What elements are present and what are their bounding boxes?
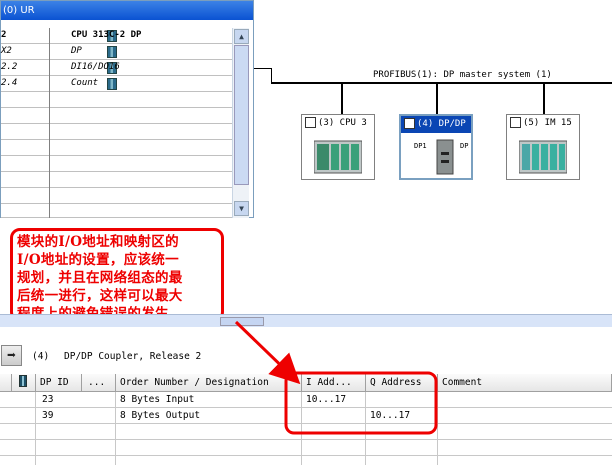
rack-row-empty[interactable] xyxy=(1,124,232,140)
rack-row-empty[interactable] xyxy=(1,188,232,204)
q-address-cell[interactable]: 10...17 xyxy=(366,408,438,424)
station-icon xyxy=(510,117,521,128)
svg-text:DP2: DP2 xyxy=(460,142,469,150)
col-header-more[interactable]: ... xyxy=(82,374,116,392)
rack-row[interactable]: X2 DP xyxy=(1,44,232,60)
table-row-empty[interactable] xyxy=(0,440,612,456)
col-header-icon[interactable] xyxy=(12,374,36,392)
station-label: (4) DP/DP xyxy=(417,119,466,129)
module-name: DP xyxy=(71,46,82,56)
table-row[interactable]: 23 8 Bytes Input 10...17 xyxy=(0,392,612,408)
col-header-slot[interactable] xyxy=(0,374,12,392)
station-drop-line xyxy=(341,84,343,114)
scroll-up-icon[interactable]: ▲ xyxy=(234,29,249,44)
station-label: (5) IM 15 xyxy=(523,118,572,128)
module-name: Count xyxy=(71,78,99,88)
module-icon xyxy=(107,78,117,90)
module-icon xyxy=(19,375,27,387)
bus-connector xyxy=(271,68,272,82)
order-cell: 8 Bytes Output xyxy=(116,408,302,424)
station-drop-line xyxy=(543,84,545,114)
station-icon xyxy=(305,117,316,128)
slot-number: X2 xyxy=(1,44,50,60)
rack-row-empty[interactable] xyxy=(1,92,232,108)
cpu-rack-image xyxy=(314,140,362,174)
rack-title: (0) UR xyxy=(1,1,253,20)
q-address-cell[interactable] xyxy=(366,392,438,408)
rack-table: 2 CPU 313C-2 DP X2 DP 2.2 DI16/DO16 2.4 … xyxy=(1,28,232,218)
annotation-line: 规划，并且在网络组态的最 xyxy=(17,270,183,286)
slot-number: 2.4 xyxy=(1,76,50,92)
station-im153[interactable]: (5) IM 15 xyxy=(506,114,580,180)
order-cell: 8 Bytes Input xyxy=(116,392,302,408)
svg-text:DP1: DP1 xyxy=(414,142,427,150)
rack-row-empty[interactable] xyxy=(1,108,232,124)
col-header-order-number[interactable]: Order Number / Designation xyxy=(116,374,302,392)
station-icon xyxy=(404,118,415,129)
module-name: CPU 313C-2 DP xyxy=(71,30,142,40)
slot-number: 2 xyxy=(1,28,50,44)
module-name: DI16/DO16 xyxy=(71,62,120,72)
col-header-i-address[interactable]: I Add... xyxy=(302,374,366,392)
splitter-thumb[interactable] xyxy=(220,317,264,326)
profibus-line[interactable] xyxy=(271,82,612,84)
table-row-empty[interactable] xyxy=(0,456,612,465)
module-icon xyxy=(107,46,117,58)
scroll-thumb[interactable] xyxy=(234,45,249,185)
rack-row-empty[interactable] xyxy=(1,156,232,172)
rack-row-empty[interactable] xyxy=(1,172,232,188)
station-label: (3) CPU 3 xyxy=(318,118,367,128)
rack-row-empty[interactable] xyxy=(1,140,232,156)
hardware-rack-window: (0) UR 2 CPU 313C-2 DP X2 DP 2.2 DI16/DO… xyxy=(0,0,254,218)
i-address-cell[interactable] xyxy=(302,408,366,424)
dp-id-cell: 23 xyxy=(36,392,116,408)
slot-number: 2.2 xyxy=(1,60,50,76)
table-row[interactable]: 39 8 Bytes Output 10...17 xyxy=(0,408,612,424)
detail-station-number: (4) xyxy=(32,351,50,362)
comment-cell[interactable] xyxy=(438,408,612,424)
annotation-line: I/O地址的设置，应该统一 xyxy=(17,252,179,268)
dp-coupler-image: DP1 DP2 xyxy=(414,139,469,175)
im153-rack-image xyxy=(519,140,567,174)
bus-connector xyxy=(254,68,272,69)
station-cpu[interactable]: (3) CPU 3 xyxy=(301,114,375,180)
comment-cell[interactable] xyxy=(438,392,612,408)
station-dp-coupler[interactable]: (4) DP/DP DP1 DP2 xyxy=(399,114,473,180)
col-header-comment[interactable]: Comment xyxy=(438,374,612,392)
forward-arrow-button[interactable]: ➡ xyxy=(1,345,22,366)
annotation-line: 后统一进行，这样可以最大 xyxy=(17,288,183,304)
rack-row[interactable]: 2 CPU 313C-2 DP xyxy=(1,28,232,44)
annotation-callout: 模块的I/O地址和映射区的 I/O地址的设置，应该统一 规划，并且在网络组态的最… xyxy=(10,228,224,322)
rack-row-empty[interactable] xyxy=(1,204,232,218)
detail-station-name: DP/DP Coupler, Release 2 xyxy=(64,351,202,362)
col-header-dp-id[interactable]: DP ID xyxy=(36,374,82,392)
rack-row[interactable]: 2.4 Count xyxy=(1,76,232,92)
rack-row[interactable]: 2.2 DI16/DO16 xyxy=(1,60,232,76)
station-drop-line xyxy=(436,84,438,114)
scroll-down-icon[interactable]: ▼ xyxy=(234,201,249,216)
col-header-q-address[interactable]: Q Address xyxy=(366,374,438,392)
pane-splitter[interactable] xyxy=(0,314,612,327)
profibus-label[interactable]: PROFIBUS(1): DP master system (1) xyxy=(373,70,552,80)
table-row-empty[interactable] xyxy=(0,424,612,440)
annotation-line: 模块的I/O地址和映射区的 xyxy=(17,234,179,250)
i-address-cell[interactable]: 10...17 xyxy=(302,392,366,408)
dp-id-cell: 39 xyxy=(36,408,116,424)
rack-scrollbar[interactable]: ▲ ▼ xyxy=(232,28,249,218)
